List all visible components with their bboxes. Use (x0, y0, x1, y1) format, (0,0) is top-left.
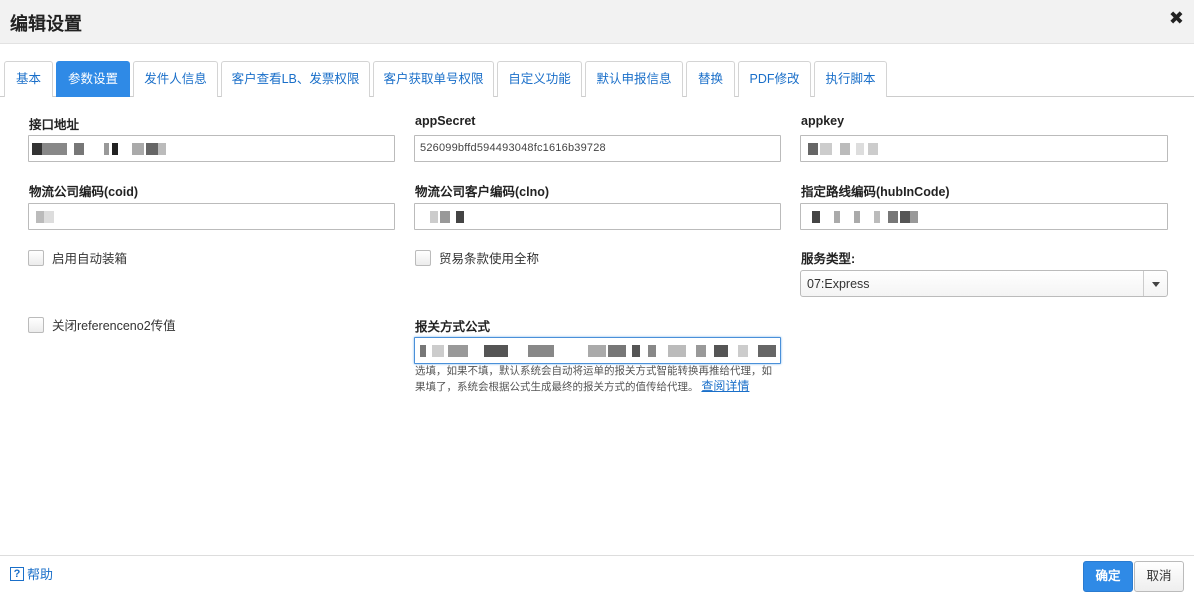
service-type-value: 07:Express (807, 277, 870, 291)
tab-customer-tracking-permission[interactable]: 客户获取单号权限 (373, 61, 494, 97)
chevron-down-icon[interactable] (1143, 271, 1167, 296)
app-secret-input[interactable]: 526099bffd594493048fc1616b39728 (414, 135, 781, 162)
tab-customer-lb-invoice[interactable]: 客户查看LB、发票权限 (221, 61, 370, 97)
tab-basic[interactable]: 基本 (4, 61, 53, 97)
hub-in-code-input[interactable] (800, 203, 1168, 230)
dialog-title: 编辑设置 (10, 14, 82, 34)
app-key-label: appkey (801, 114, 845, 128)
api-url-input[interactable] (28, 135, 395, 162)
tab-default-declaration[interactable]: 默认申报信息 (585, 61, 683, 97)
close-reference-label: 关闭referenceno2传值 (52, 319, 176, 333)
view-details-link[interactable]: 查阅详情 (701, 379, 749, 393)
tab-pdf-edit[interactable]: PDF修改 (738, 61, 811, 97)
service-type-select[interactable]: 07:Express (800, 270, 1168, 297)
hub-in-code-label: 指定路线编码(hubInCode) (801, 185, 950, 199)
api-url-label: 接口地址 (29, 118, 80, 132)
clno-input[interactable] (414, 203, 781, 230)
help-link[interactable]: ? 帮助 (10, 564, 53, 583)
app-secret-value: 526099bffd594493048fc1616b39728 (420, 142, 606, 154)
help-label: 帮助 (27, 567, 54, 582)
checkbox[interactable] (28, 316, 44, 333)
customs-formula-hint: 选填，如果不填，默认系统会自动将运单的报关方式智能转换再推给代理，如果填了，系统… (415, 364, 775, 395)
customs-formula-input[interactable] (414, 337, 781, 364)
tab-parameters[interactable]: 参数设置 (56, 61, 130, 97)
coid-label: 物流公司编码(coid) (29, 185, 139, 199)
checkbox[interactable] (28, 249, 44, 266)
close-reference-checkbox[interactable]: 关闭referenceno2传值 (28, 315, 176, 334)
app-secret-label: appSecret (415, 114, 476, 128)
trade-terms-label: 贸易条款使用全称 (439, 252, 540, 266)
app-key-input[interactable] (800, 135, 1168, 162)
customs-formula-label: 报关方式公式 (415, 320, 491, 334)
tab-custom-functions[interactable]: 自定义功能 (497, 61, 582, 97)
coid-input[interactable] (28, 203, 395, 230)
auto-box-label: 启用自动装箱 (52, 252, 128, 266)
edit-settings-dialog: 编辑设置 ✖ 基本 参数设置 发件人信息 客户查看LB、发票权限 客户获取单号权… (0, 0, 1194, 597)
auto-box-checkbox[interactable]: 启用自动装箱 (28, 248, 127, 267)
dialog-footer: ? 帮助 确定 取消 (0, 555, 1194, 597)
clno-label: 物流公司客户编码(clno) (415, 185, 550, 199)
checkbox[interactable] (415, 249, 431, 266)
dialog-header: 编辑设置 ✖ (0, 0, 1194, 44)
trade-terms-checkbox[interactable]: 贸易条款使用全称 (415, 248, 539, 267)
help-icon: ? (10, 566, 24, 581)
confirm-button[interactable]: 确定 (1083, 561, 1133, 592)
close-icon[interactable]: ✖ (1169, 8, 1184, 29)
tab-run-script[interactable]: 执行脚本 (814, 61, 887, 97)
cancel-button[interactable]: 取消 (1134, 561, 1184, 592)
tab-replace[interactable]: 替换 (686, 61, 735, 97)
tab-sender-info[interactable]: 发件人信息 (133, 61, 218, 97)
service-type-label: 服务类型: (801, 252, 856, 266)
tab-bar: 基本 参数设置 发件人信息 客户查看LB、发票权限 客户获取单号权限 自定义功能… (0, 44, 1194, 97)
